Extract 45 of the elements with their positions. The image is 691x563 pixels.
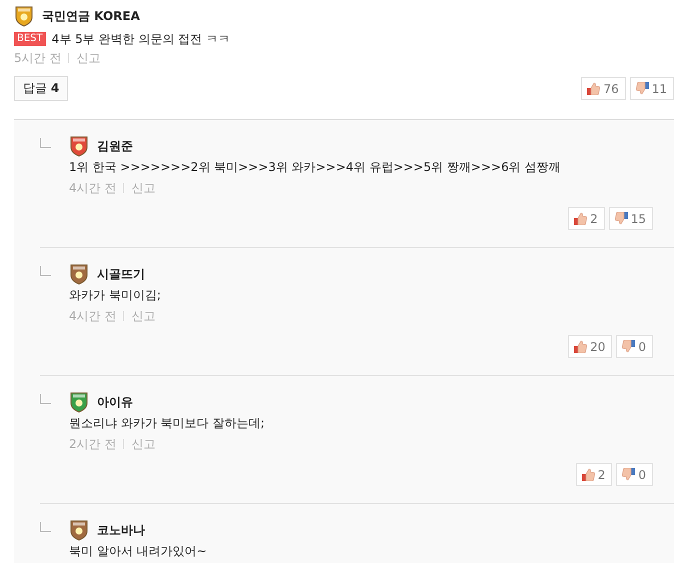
like-count: 2 xyxy=(590,212,598,226)
reply-text: 와카가 북미이김; xyxy=(69,286,162,304)
dislike-button[interactable]: 0 xyxy=(616,335,653,358)
thumbs-up-icon xyxy=(574,340,588,353)
like-button[interactable]: 20 xyxy=(568,335,612,358)
dislike-button[interactable]: 11 xyxy=(630,77,674,100)
author-name: 코노바나 xyxy=(97,522,145,538)
dislike-count: 11 xyxy=(652,82,667,96)
thumbs-down-icon xyxy=(622,340,636,353)
like-button[interactable]: 2 xyxy=(568,207,605,230)
reply-arrow-icon xyxy=(40,522,51,532)
dislike-button[interactable]: 0 xyxy=(616,463,653,486)
dislike-count: 0 xyxy=(638,340,646,354)
author-name: 국민연금 KOREA xyxy=(42,8,140,24)
reply-time: 4시간 전 xyxy=(69,308,116,324)
thumbs-up-icon xyxy=(587,82,600,95)
report-link[interactable]: 신고 xyxy=(76,50,100,66)
reply-arrow-icon xyxy=(40,266,51,276)
dislike-count: 0 xyxy=(638,468,646,482)
reply-arrow-icon xyxy=(40,138,51,148)
like-button[interactable]: 2 xyxy=(576,463,612,486)
reply-time: 4시간 전 xyxy=(69,180,116,196)
thumbs-up-icon xyxy=(574,212,588,225)
thumbs-down-icon xyxy=(636,82,649,95)
thumbs-down-icon xyxy=(614,212,628,225)
like-button[interactable]: 76 xyxy=(581,77,626,100)
post-title: 4부 5부 완벽한 의문의 접전 ㅋㅋ xyxy=(52,30,230,48)
thumbs-up-icon xyxy=(582,468,595,481)
author-name: 시골뜨기 xyxy=(97,266,145,282)
reply-text: 북미 알아서 내려가있어~ xyxy=(69,542,208,560)
like-count: 76 xyxy=(603,82,619,96)
thumbs-down-icon xyxy=(622,468,636,481)
post-time: 5시간 전 xyxy=(14,50,62,66)
reply-text: 1위 한국 >>>>>>>2위 북미>>>3위 와카>>>4위 유럽>>>5위 짱깨>>>6위 섬짱깨 xyxy=(69,158,562,176)
like-count: 20 xyxy=(590,340,606,354)
reply-arrow-icon xyxy=(40,394,51,404)
author-name: 김원준 xyxy=(97,138,133,154)
dislike-count: 15 xyxy=(630,212,646,226)
reply-text: 뭔소리냐 와카가 북미보다 잘하는데; xyxy=(69,414,266,432)
author-name: 아이유 xyxy=(97,394,133,410)
reply-time: 2시간 전 xyxy=(69,436,116,452)
reply-count-button[interactable]: 답글 4 xyxy=(14,76,68,101)
dislike-button[interactable]: 15 xyxy=(608,207,653,230)
like-count: 2 xyxy=(598,468,606,482)
best-label: BEST xyxy=(14,32,46,46)
